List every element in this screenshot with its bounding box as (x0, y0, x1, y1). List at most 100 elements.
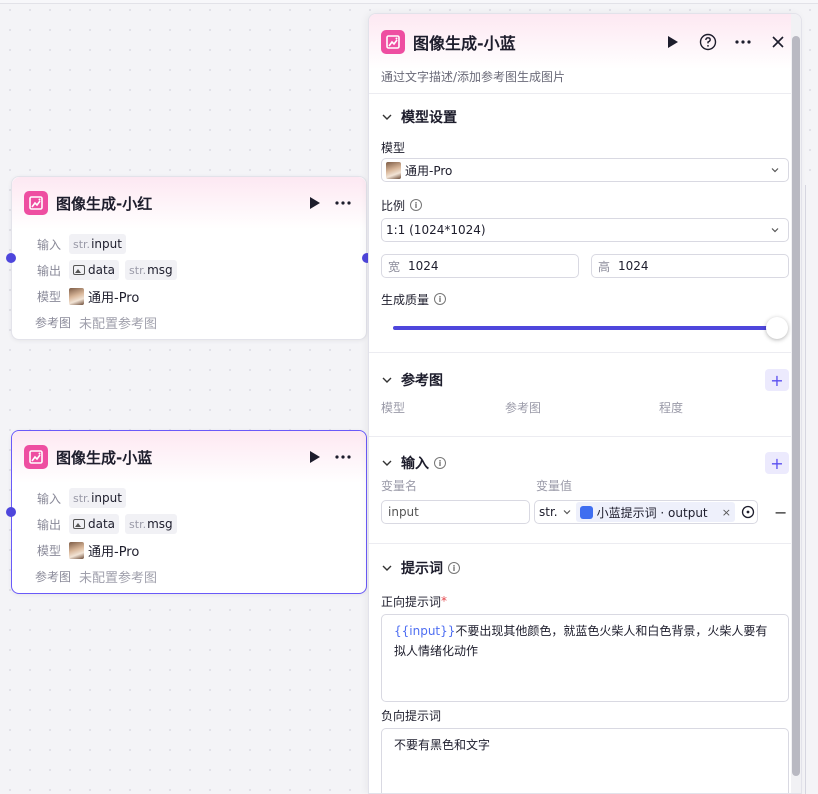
negative-prompt-textarea[interactable]: 不要有黑色和文字 (381, 728, 789, 793)
type-select[interactable]: str. (539, 505, 558, 519)
node-title: 图像生成-小红 (56, 194, 153, 213)
width-input[interactable]: 宽 1024 (381, 254, 579, 278)
node-blue-input-port[interactable] (6, 507, 16, 517)
model-avatar (69, 287, 84, 305)
model-settings-header[interactable]: 模型设置 (381, 94, 789, 140)
ratio-select-value: 1:1 (1024*1024) (386, 223, 486, 237)
target-icon[interactable] (741, 505, 755, 519)
ref-value: 未配置参考图 (79, 316, 158, 332)
height-input[interactable]: 高 1024 (591, 254, 789, 278)
model-avatar (69, 541, 84, 559)
scrollbar-thumb[interactable] (792, 36, 800, 776)
panel-header: 图像生成-小蓝 通过文字描述/添加参考图生成图片 (369, 14, 801, 94)
slider-track[interactable] (393, 317, 788, 339)
node-model-row: 模型 通用-Pro (12, 537, 366, 563)
image-generation-icon (24, 445, 48, 469)
negative-prompt-label: 负向提示词 (381, 708, 442, 723)
input-label: 输入 (36, 491, 61, 506)
chevron-down-icon[interactable] (381, 374, 393, 386)
node-red-input-port[interactable] (6, 253, 16, 263)
reference-section: 参考图 + 模型 参考图 程度 (369, 353, 801, 437)
run-icon[interactable] (662, 31, 684, 53)
variable-reference-tag[interactable]: 小蓝提示词 · output × (575, 502, 735, 522)
prompt-variable: {{input}} (394, 624, 456, 638)
ref-label: 参考图 (34, 569, 71, 584)
slider-thumb[interactable] (766, 317, 788, 339)
input-label: 输入 (36, 237, 61, 252)
remove-input-button[interactable]: − (774, 503, 787, 522)
variable-value-field[interactable]: str. 小蓝提示词 · output × (534, 500, 758, 524)
model-label: 模型 (36, 289, 61, 304)
info-icon[interactable]: i (410, 199, 423, 211)
image-generation-icon (24, 191, 48, 215)
variable-name-input[interactable]: input (381, 500, 530, 524)
model-label: 模型 (381, 140, 406, 155)
section-title: 模型设置 (401, 110, 457, 126)
image-icon (73, 265, 85, 275)
add-input-button[interactable]: + (765, 452, 789, 474)
output-data-tag: data (69, 260, 120, 280)
image-generation-icon (381, 30, 405, 54)
chevron-down-icon[interactable] (381, 562, 393, 574)
model-avatar (386, 161, 401, 179)
clear-icon[interactable]: × (722, 506, 731, 519)
node-image-gen-blue[interactable]: 图像生成-小蓝 输入 str. input 输出 data str. msg 模型 … (11, 430, 367, 594)
output-label: 输出 (36, 517, 61, 532)
input-tag: str. input (69, 488, 126, 508)
inputs-section: 输入 i + 变量名 变量值 input str. 小蓝提示词 · output… (369, 437, 801, 544)
chevron-down-icon (771, 228, 779, 233)
prompt-section: 提示词 i 正向提示词 * {{input}}不要出现其他颜色，就蓝色火柴人和白色… (369, 544, 801, 793)
section-title: 参考图 (401, 373, 443, 389)
more-icon[interactable] (332, 192, 354, 214)
positive-prompt-textarea[interactable]: {{input}}不要出现其他颜色，就蓝色火柴人和白色背景，火柴人要有拟人情绪化… (381, 614, 789, 702)
info-icon[interactable]: i (434, 457, 446, 469)
reference-columns: 模型 参考图 程度 (381, 401, 684, 415)
output-msg-tag: str. msg (125, 514, 177, 534)
quality-slider[interactable] (381, 317, 789, 339)
node-output-row: 输出 data str. msg (12, 511, 366, 537)
chevron-down-icon[interactable] (381, 111, 393, 123)
close-icon[interactable] (767, 31, 789, 53)
node-ref-row: 参考图 未配置参考图 (12, 563, 366, 589)
ratio-label: 比例 (381, 198, 406, 213)
node-header: 图像生成-小红 (12, 177, 366, 229)
node-input-row: 输入 str. input (12, 485, 366, 511)
node-settings-panel: 图像生成-小蓝 通过文字描述/添加参考图生成图片 模型设置 模型 通用-Pro … (368, 13, 802, 794)
node-model-row: 模型 通用-Pro (12, 283, 366, 309)
node-header: 图像生成-小蓝 (12, 431, 366, 483)
more-icon[interactable] (732, 31, 754, 53)
run-icon[interactable] (304, 446, 326, 468)
ratio-label-row: 比例 i (381, 196, 789, 214)
positive-prompt-label: 正向提示词 * (381, 594, 448, 609)
output-label: 输出 (36, 263, 61, 278)
node-title: 图像生成-小蓝 (56, 448, 153, 467)
model-value: 通用-Pro (88, 290, 140, 306)
prompt-header[interactable]: 提示词 i (381, 544, 789, 592)
ref-label: 参考图 (34, 315, 71, 330)
add-reference-button[interactable]: + (765, 369, 789, 391)
node-input-row: 输入 str. input (12, 231, 366, 257)
info-icon[interactable]: i (434, 293, 447, 305)
input-tag: str. input (69, 234, 126, 254)
node-ref-row: 参考图 未配置参考图 (12, 309, 366, 335)
image-icon (73, 519, 85, 529)
chevron-down-icon[interactable] (381, 457, 393, 469)
chevron-down-icon (563, 510, 571, 515)
panel-title[interactable]: 图像生成-小蓝 (413, 30, 662, 54)
model-settings-section: 模型设置 模型 通用-Pro 比例 i 1:1 (1024*1024) 宽 1024… (369, 94, 801, 353)
panel-scrollbar[interactable] (791, 14, 801, 793)
help-icon[interactable] (697, 31, 719, 53)
run-icon[interactable] (304, 192, 326, 214)
model-value: 通用-Pro (88, 544, 140, 560)
node-ref-icon (579, 505, 593, 519)
ref-value: 未配置参考图 (79, 570, 158, 586)
quality-label: 生成质量 (381, 292, 430, 307)
more-icon[interactable] (332, 446, 354, 468)
model-select[interactable]: 通用-Pro (381, 158, 789, 182)
chevron-down-icon (771, 168, 779, 173)
info-icon[interactable]: i (448, 562, 460, 574)
quality-label-row: 生成质量 i (381, 290, 789, 308)
node-image-gen-red[interactable]: 图像生成-小红 输入 str. input 输出 data str. msg 模型 … (11, 176, 367, 340)
node-output-row: 输出 data str. msg (12, 257, 366, 283)
ratio-select[interactable]: 1:1 (1024*1024) (381, 218, 789, 242)
